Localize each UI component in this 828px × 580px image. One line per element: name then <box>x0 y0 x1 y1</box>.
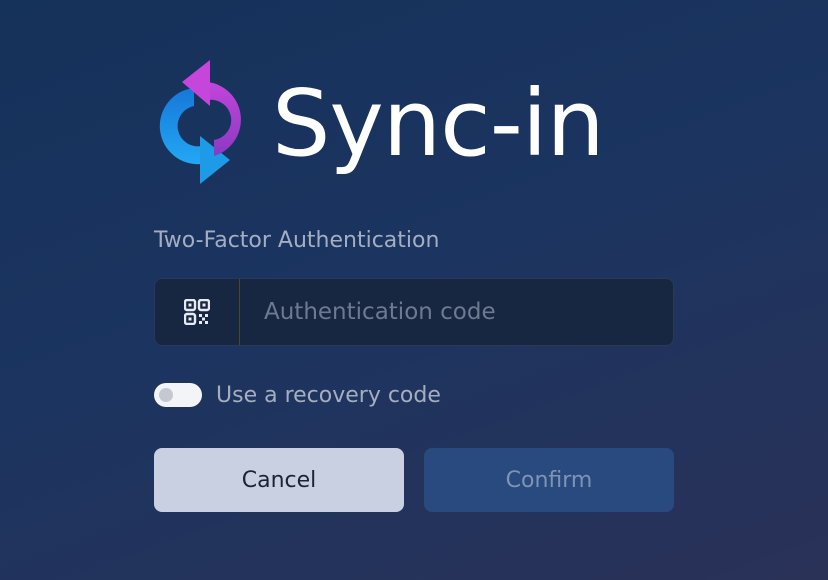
recovery-code-label[interactable]: Use a recovery code <box>216 383 441 408</box>
confirm-button[interactable]: Confirm <box>424 448 674 512</box>
qr-code-icon <box>184 299 210 325</box>
code-field-addon <box>155 279 240 345</box>
recovery-code-toggle-row: Use a recovery code <box>154 380 441 410</box>
recovery-code-toggle[interactable] <box>154 383 202 407</box>
authentication-code-field <box>154 278 674 346</box>
cancel-button[interactable]: Cancel <box>154 448 404 512</box>
form-title: Two-Factor Authentication <box>154 228 440 253</box>
sync-arrows-icon <box>159 60 241 184</box>
brand-name: Sync-in <box>272 70 605 177</box>
toggle-knob <box>159 388 173 402</box>
app-logo: Sync-in <box>154 60 674 186</box>
authentication-code-input[interactable] <box>240 279 673 345</box>
